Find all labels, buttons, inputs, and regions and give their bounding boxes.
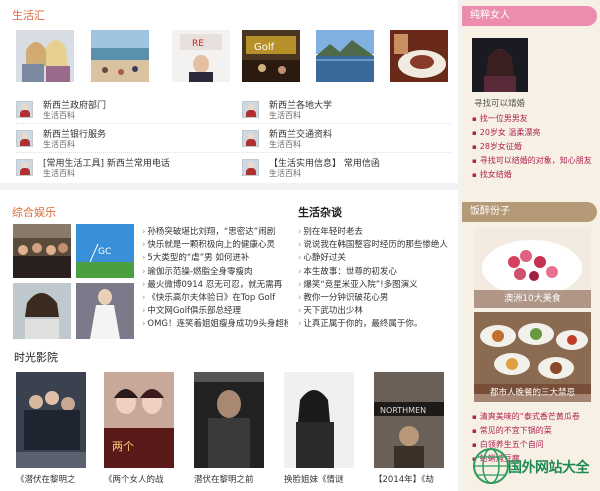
list-item[interactable]: 孙杨突破堪比刘翔，“思密达”闹剧 <box>142 226 288 239</box>
ent-news-list: 孙杨突破堪比刘翔，“思密达”闹剧 快乐就是一颗积极向上的健康心灵 5大类型的“虐… <box>142 226 288 332</box>
entry-item[interactable]: 新西兰银行服务 生活百科 <box>16 127 226 151</box>
food-caption-1[interactable]: 澳洲10大美食 <box>474 290 591 308</box>
list-item[interactable]: 快乐就是一颗积极向上的健康心灵 <box>142 239 288 252</box>
thumb-lake[interactable] <box>316 30 374 82</box>
movie-caption[interactable]: 《两个女人的战 <box>104 473 186 485</box>
section-title-life: 生活汇 <box>12 9 45 22</box>
ent-photo-golf-sky[interactable]: GC <box>76 224 134 278</box>
movie-caption[interactable]: 换脸姐妹《情谜 <box>284 473 366 485</box>
svg-text:NORTHMEN: NORTHMEN <box>380 406 426 415</box>
entry-item[interactable]: 新西兰交通资料 生活百科 <box>242 127 452 151</box>
avatar <box>242 130 259 147</box>
list-item[interactable]: 最火微博0914 忍无可忍，就无需再 <box>142 279 288 292</box>
movie-poster[interactable]: 两个 <box>104 372 174 468</box>
entry-item[interactable]: 【生活实用信息】 常用信函 生活百科 <box>242 156 452 180</box>
list-item[interactable]: 瑜伽示范操-燃脂全身零瘦肉 <box>142 266 288 279</box>
entry-subtitle: 生活百科 <box>43 169 75 178</box>
list-item[interactable]: 心静好过关 <box>298 252 452 265</box>
globe-icon <box>473 448 509 484</box>
chat-news-list: 别在年轻时老去 说说我在韩国整容时经历的那些惨绝人 心静好过关 本生故事：世尊的… <box>298 226 452 332</box>
entry-subtitle: 生活百科 <box>269 140 301 149</box>
list-item[interactable]: 让真正属于你的，最终属于你。 <box>298 318 452 331</box>
list-item[interactable]: 《快乐高尔夫体验日》在Top Golf <box>142 292 288 305</box>
avatar <box>242 101 259 118</box>
life-panel: 生活汇 RE Golf 新西兰政府部门 生活百科 新西兰银行服务 生活百科 [常… <box>0 0 458 183</box>
list-item[interactable]: 本生故事：世尊的初发心 <box>298 266 452 279</box>
ent-photo-woman-smile[interactable] <box>13 283 71 339</box>
list-item[interactable]: 寻找可以结婚的对象，知心朋友 <box>472 154 592 168</box>
list-item[interactable]: 找一位男男友 <box>472 112 592 126</box>
list-item[interactable]: 28岁女征婚 <box>472 140 592 154</box>
section-title-chat: 生活杂谈 <box>298 206 342 219</box>
list-item[interactable]: 天下武功出少林 <box>298 305 452 318</box>
entry-subtitle: 生活百科 <box>43 140 75 149</box>
section-title-entertainment: 综合娱乐 <box>12 206 56 219</box>
thumb-golf-night[interactable]: Golf <box>242 30 300 82</box>
site-watermark: 国外网站大全 <box>472 447 598 485</box>
svg-text:RE: RE <box>192 39 204 49</box>
divider <box>16 152 452 153</box>
list-item[interactable]: 找女结婚 <box>472 168 592 182</box>
list-item[interactable]: OMG！连笑着姐姐瘦身成功9头身超模 <box>142 318 288 331</box>
women-photo[interactable] <box>472 38 528 92</box>
svg-text:GC: GC <box>98 247 111 257</box>
section-title-food[interactable]: 饭醉份子 <box>462 202 597 222</box>
list-item[interactable]: 说说我在韩国整容时经历的那些惨绝人 <box>298 239 452 252</box>
thumb-office[interactable]: RE <box>172 30 230 82</box>
entry-subtitle: 生活百科 <box>269 169 301 178</box>
list-item[interactable]: 爆笑“竞星米亚入院”!多图演义 <box>298 279 452 292</box>
entry-item[interactable]: 新西兰各地大学 生活百科 <box>242 98 452 122</box>
right-sidebar: 纯粹女人 寻找可以靖婚 找一位男男友 20岁女 温柔漂亮 28岁女征婚 寻找可以… <box>462 0 600 491</box>
ent-photo-crowd[interactable] <box>13 224 71 278</box>
svg-text:Golf: Golf <box>254 42 275 53</box>
ent-photo-model[interactable] <box>76 283 134 339</box>
movie-caption[interactable]: 《潜伏在黎明之 <box>16 473 98 485</box>
movie-caption[interactable]: 潜伏在黎明之前 <box>194 473 276 485</box>
entry-item[interactable]: [常用生活工具] 新西兰常用电话 生活百科 <box>16 156 226 180</box>
food-photo-2[interactable] <box>474 312 591 394</box>
list-item[interactable]: 常见的不宜下锅的菜 <box>472 424 580 438</box>
list-item[interactable]: 教你一分钟识破花心男 <box>298 292 452 305</box>
avatar <box>16 130 33 147</box>
avatar <box>16 101 33 118</box>
list-item[interactable]: 5大类型的“虐”男 如何进补 <box>142 252 288 265</box>
entry-subtitle: 生活百科 <box>43 111 75 120</box>
list-item[interactable]: 20岁女 温柔漂亮 <box>472 126 592 140</box>
movie-poster[interactable] <box>284 372 354 468</box>
thumb-food[interactable] <box>390 30 448 82</box>
women-list: 找一位男男友 20岁女 温柔漂亮 28岁女征婚 寻找可以结婚的对象，知心朋友 找… <box>472 112 592 182</box>
food-caption-2[interactable]: 都市人晚餐的三大禁忌 <box>474 384 591 402</box>
avatar <box>16 159 33 176</box>
divider <box>16 123 452 124</box>
avatar <box>242 159 259 176</box>
section-title-women[interactable]: 纯粹女人 <box>462 6 597 26</box>
list-item[interactable]: 中文网Golf俱乐部总经理 <box>142 305 288 318</box>
thumb-beach[interactable] <box>91 30 149 82</box>
movie-caption[interactable]: 【2014年】《劫 <box>374 473 456 485</box>
women-caption[interactable]: 寻找可以靖婚 <box>474 97 525 109</box>
thumb-couple[interactable] <box>16 30 74 82</box>
entry-subtitle: 生活百科 <box>269 111 301 120</box>
movie-poster[interactable]: NORTHMEN <box>374 372 444 468</box>
movie-poster[interactable] <box>194 372 264 468</box>
list-item[interactable]: 清爽美味的“泰式香芒黄瓜卷 <box>472 410 580 424</box>
list-item[interactable]: 别在年轻时老去 <box>298 226 452 239</box>
watermark-text: 国外网站大全 <box>508 460 590 476</box>
svg-text:两个: 两个 <box>112 440 134 453</box>
movie-poster[interactable] <box>16 372 86 468</box>
entry-item[interactable]: 新西兰政府部门 生活百科 <box>16 98 226 122</box>
section-title-cinema: 时光影院 <box>14 351 58 364</box>
